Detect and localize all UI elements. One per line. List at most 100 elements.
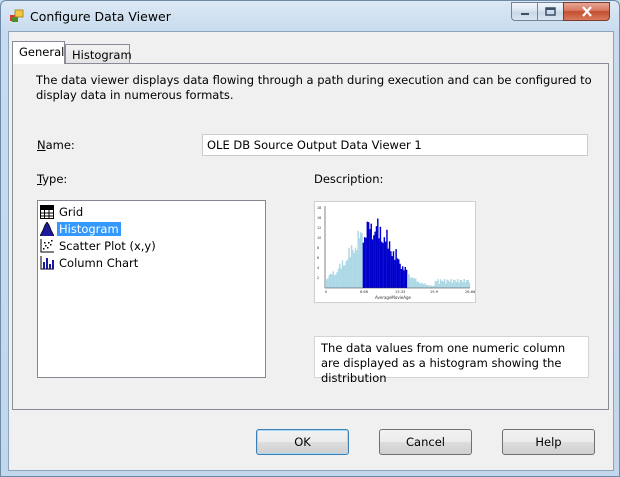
histogram-preview-bar — [373, 235, 375, 288]
histogram-preview-bar — [390, 251, 392, 288]
histogram-preview-bar — [391, 256, 393, 288]
histogram-preview-bar — [335, 274, 337, 288]
histogram-preview-bar — [358, 237, 361, 288]
name-input[interactable]: OLE DB Source Output Data Viewer 1 — [202, 134, 588, 156]
histogram-preview-bar — [463, 279, 465, 288]
preview-y-tick-label: 10 — [317, 236, 321, 240]
histogram-preview-bar — [380, 241, 383, 288]
preview-y-tick-label: 16 — [317, 216, 321, 220]
histogram-preview-bar — [467, 279, 469, 288]
histogram-preview-bar — [363, 237, 366, 288]
histogram-preview-bar — [370, 223, 372, 288]
histogram-preview-bar — [447, 280, 450, 288]
tab-general-label: General — [19, 45, 65, 59]
intro-description: The data viewer displays data flowing th… — [36, 73, 592, 102]
histogram-preview-bar — [398, 259, 400, 288]
tab-histogram[interactable]: Histogram — [65, 44, 132, 64]
type-item-grid[interactable]: Grid — [40, 204, 85, 220]
histogram-preview-bar — [450, 279, 452, 288]
title-bar[interactable]: Configure Data Viewer — [1, 1, 619, 31]
histogram-preview-bar — [449, 281, 451, 288]
histogram-preview-bar — [420, 283, 422, 288]
histogram-preview-bar — [458, 282, 460, 288]
histogram-preview-bar — [327, 278, 329, 288]
histogram-preview-bar — [441, 280, 443, 288]
histogram-preview-bar — [445, 283, 447, 288]
histogram-preview-bar — [346, 259, 349, 288]
histogram-preview-bar — [464, 282, 467, 288]
histogram-preview-bar — [386, 229, 388, 288]
histogram-preview-bar — [356, 250, 358, 288]
preview-y-tick-label: 18 — [317, 206, 321, 210]
ok-button[interactable]: OK — [256, 429, 349, 455]
histogram-preview-bar — [468, 282, 471, 288]
histogram-preview-bar — [433, 285, 435, 288]
histogram-preview-bar — [374, 231, 376, 288]
tab-histogram-label: Histogram — [72, 48, 132, 62]
preview-y-tick-label: 8 — [317, 246, 319, 250]
histogram-preview-bar — [405, 269, 408, 288]
histogram-preview-bar — [357, 230, 359, 288]
histogram-preview-bar — [392, 251, 395, 288]
histogram-preview-bar — [345, 261, 348, 288]
histogram-preview-bar — [421, 283, 424, 288]
type-listbox[interactable]: Grid Histogram Scatter Plot (x,y) Column… — [37, 200, 266, 378]
histogram-preview-bar — [375, 226, 378, 288]
histogram-preview-bar — [412, 278, 414, 288]
preview-x-tick-label: 19.9 — [430, 290, 439, 294]
histogram-preview-bar — [413, 278, 416, 288]
preview-y-tick-label: 4 — [317, 266, 319, 270]
tab-general[interactable]: General — [12, 41, 65, 64]
histogram-preview-bar — [354, 247, 357, 288]
histogram-preview-bar — [417, 281, 420, 288]
histogram-preview-bar — [350, 245, 353, 288]
type-item-scatter-plot[interactable]: Scatter Plot (x,y) — [40, 238, 158, 254]
histogram-preview-bar — [360, 232, 362, 288]
histogram-preview-bar — [366, 221, 369, 288]
minimize-button[interactable] — [511, 2, 538, 21]
histogram-preview-bar — [326, 279, 328, 288]
histogram-preview-bar — [371, 239, 374, 288]
preview-y-tick-label: 2 — [317, 276, 319, 280]
histogram-preview-bar — [378, 238, 380, 288]
dialog-window: Configure Data Viewer General Histogram … — [0, 0, 620, 477]
histogram-preview-bar — [403, 270, 405, 288]
type-item-histogram[interactable]: Histogram — [40, 221, 121, 237]
histogram-preview-bar — [383, 237, 386, 288]
histogram-preview-bar — [429, 285, 431, 288]
histogram-preview-bar — [435, 281, 438, 288]
histogram-preview-image: 181612108642 0 6.66 13.33 19.9 26.66 Average… — [314, 201, 476, 303]
histogram-preview-bar — [332, 271, 335, 288]
help-button[interactable]: Help — [502, 429, 595, 455]
histogram-preview-bar — [425, 285, 427, 288]
type-item-column-chart[interactable]: Column Chart — [40, 255, 140, 271]
histogram-preview-bar — [430, 285, 433, 288]
general-tab-panel: The data viewer displays data flowing th… — [12, 63, 609, 410]
close-button[interactable] — [563, 2, 610, 21]
histogram-preview-bar — [460, 280, 463, 288]
histogram-preview-bar — [407, 273, 409, 288]
preview-y-tick-label: 6 — [317, 256, 319, 260]
histogram-preview-bar — [442, 281, 444, 288]
histogram-preview-bar — [437, 279, 439, 288]
minimize-icon — [520, 12, 529, 15]
histogram-preview-bar — [331, 274, 333, 288]
histogram-preview-bar — [416, 281, 418, 288]
histogram-preview-bar — [408, 274, 410, 288]
histogram-preview-bar — [343, 265, 345, 288]
histogram-preview-bar — [426, 284, 429, 288]
histogram-preview-bar — [456, 279, 459, 288]
histogram-preview-bar — [384, 241, 387, 288]
histogram-preview-bar — [336, 271, 338, 288]
histogram-preview-bar — [404, 266, 407, 288]
histogram-preview-bar — [377, 218, 379, 288]
histogram-preview-bar — [400, 269, 403, 288]
histogram-preview-bar — [428, 285, 430, 288]
preview-x-tick-label: 6.66 — [360, 290, 369, 294]
cancel-button[interactable]: Cancel — [379, 429, 472, 455]
histogram-preview-bar — [365, 237, 367, 288]
histogram-preview-bar — [352, 249, 354, 288]
type-item-column-chart-label: Column Chart — [59, 256, 139, 270]
histogram-icon — [40, 222, 54, 236]
maximize-button[interactable] — [537, 2, 564, 21]
